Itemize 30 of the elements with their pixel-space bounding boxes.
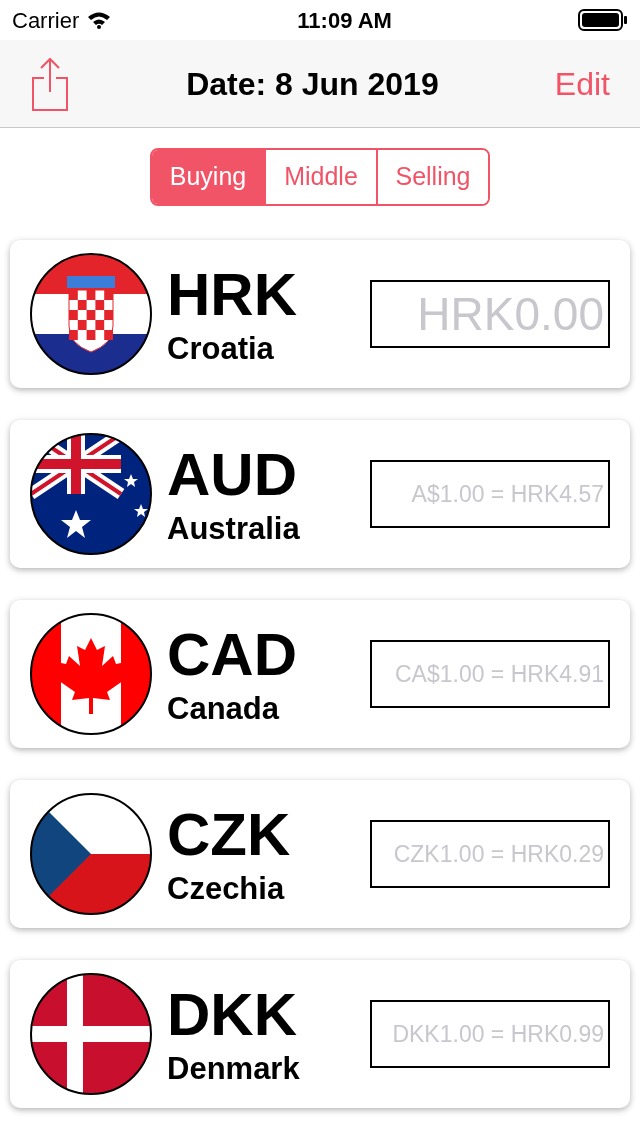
currency-code: CAD [167,620,298,690]
currency-card[interactable]: CZK Czechia CZK1.00 = HRK0.29 [10,780,630,928]
country-name: Denmark [167,1050,301,1088]
flag-icon [30,613,152,735]
battery-icon [578,9,628,31]
amount-field[interactable]: HRK0.00 [370,280,610,348]
amount-field[interactable]: DKK1.00 = HRK0.99 [370,1000,610,1068]
amount-field[interactable]: CZK1.00 = HRK0.29 [370,820,610,888]
currency-code: HRK [167,260,298,330]
country-name: Croatia [167,330,275,368]
flag-icon [30,253,152,375]
flag-icon [30,793,152,915]
carrier-label: Carrier [12,6,80,35]
share-button[interactable] [30,55,70,112]
currency-code: AUD [167,440,298,510]
status-time: 11:09 AM [297,6,392,35]
wifi-icon [87,11,112,29]
currency-code: CZK [167,800,292,870]
country-name: Canada [167,690,281,728]
country-name: Australia [167,510,301,548]
country-name: Czechia [167,870,286,908]
amount-field[interactable]: A$1.00 = HRK4.57 [370,460,610,528]
navigation-title: Date: 8 Jun 2019 [186,64,439,104]
amount-field[interactable]: CA$1.00 = HRK4.91 [370,640,610,708]
currency-card[interactable]: HRK Croatia HRK0.00 [10,240,630,388]
currency-card[interactable]: DKK Denmark DKK1.00 = HRK0.99 [10,960,630,1108]
currency-card[interactable]: CAD Canada CA$1.00 = HRK4.91 [10,600,630,748]
share-icon [30,55,70,112]
currency-code: DKK [167,980,298,1050]
currency-card[interactable]: AUD Australia A$1.00 = HRK4.57 [10,420,630,568]
